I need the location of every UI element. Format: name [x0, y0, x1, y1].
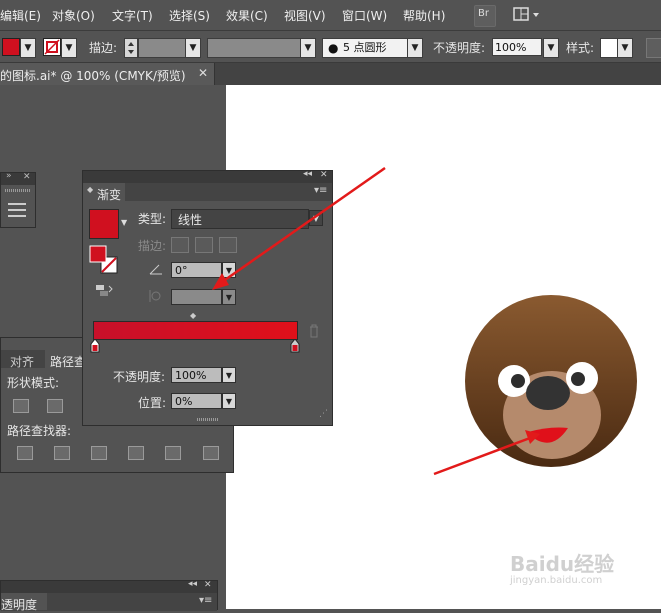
annotation-arrow-top	[221, 166, 386, 284]
annotation-layer	[212, 166, 540, 476]
arrowhead-top-icon	[212, 273, 229, 290]
annotation-arrow-bottom	[433, 436, 531, 476]
watermark-sub: jingyan.baidu.com	[510, 575, 603, 586]
arrowhead-bottom-icon	[525, 430, 540, 444]
watermark-text: Baidu经验	[510, 552, 615, 576]
baidu-watermark-logo: Baidu经验 jingyan.baidu.com	[510, 548, 614, 586]
